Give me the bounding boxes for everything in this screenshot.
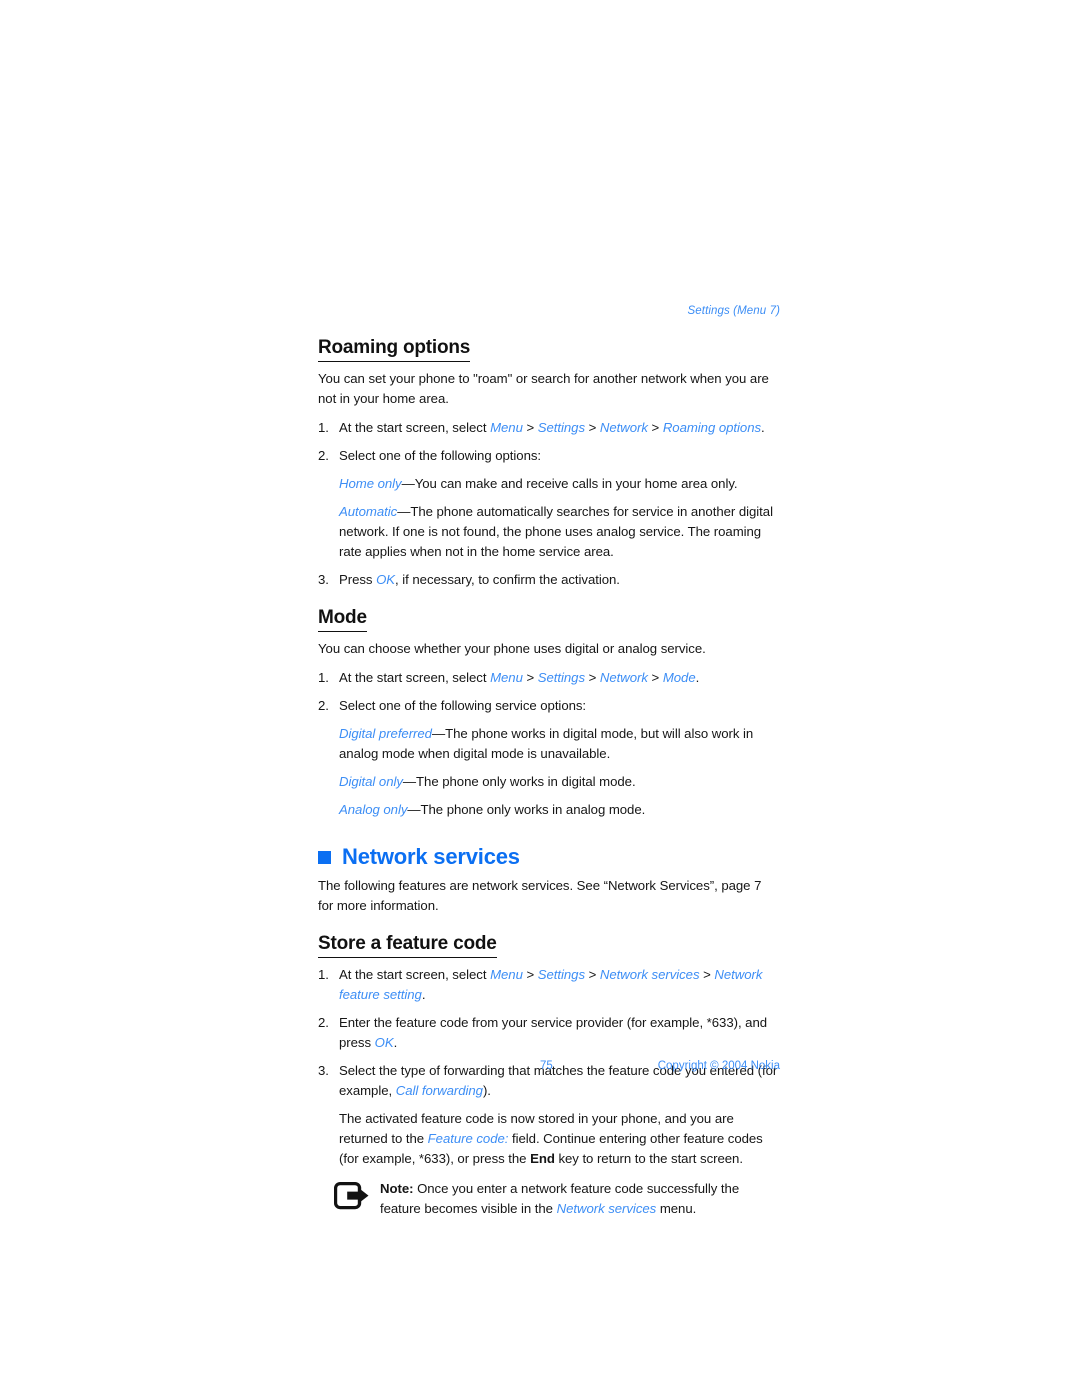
note-part2: menu.	[656, 1201, 697, 1217]
steps-roaming-options: 1. At the start screen, select Menu > Set…	[318, 418, 780, 466]
ui-path-network: Network	[599, 670, 648, 686]
section-mode: Mode	[318, 607, 780, 639]
note-text: Note: Once you enter a network feature c…	[380, 1179, 780, 1219]
ui-key-ok: OK	[374, 1034, 394, 1050]
step-suffix: ).	[482, 1083, 491, 1099]
chapter-heading-network-services: Network services	[318, 844, 780, 869]
option-home-only: Home only—You can make and receive calls…	[318, 474, 780, 494]
step-suffix: .	[421, 986, 426, 1002]
option-automatic: Automatic—The phone automatically search…	[318, 502, 780, 562]
option-dash: —	[397, 503, 411, 519]
step-item: 1. At the start screen, select Menu > Set…	[318, 966, 763, 1002]
section-roaming-options: Roaming options	[318, 337, 780, 369]
step-number: 2.	[318, 1014, 329, 1030]
step-text: Select one of the following options:	[339, 447, 542, 463]
steps-roaming-options-cont: 3. Press OK, if necessary, to confirm the…	[318, 570, 780, 590]
section-store-feature-code: Store a feature code	[318, 933, 780, 965]
option-dash: —	[431, 726, 446, 742]
note-label: Note:	[380, 1181, 414, 1197]
option-term: Automatic	[339, 503, 398, 519]
option-desc: The phone only works in analog mode.	[420, 802, 646, 818]
step-text: At the start screen, select	[339, 419, 491, 435]
option-term: Digital preferred	[339, 726, 432, 742]
option-term: Digital only	[339, 774, 403, 790]
ui-field-feature-code: Feature code:	[427, 1131, 509, 1147]
ui-path-menu: Menu	[490, 670, 523, 686]
ui-option-call-forwarding: Call forwarding	[395, 1083, 483, 1099]
step-number: 1.	[318, 419, 329, 435]
page-content: Settings (Menu 7) Roaming options You ca…	[318, 305, 780, 1221]
step-number: 3.	[318, 572, 329, 588]
feature-code-paragraph: The activated feature code is now stored…	[318, 1109, 780, 1169]
ui-menu-network-services: Network services	[556, 1201, 657, 1217]
ui-path-mode: Mode	[662, 670, 696, 686]
option-analog-only: Analog only—The phone only works in anal…	[318, 800, 780, 820]
ui-path-network-services: Network services	[599, 966, 700, 982]
page-footer: 75 Copyright © 2004 Nokia	[318, 1060, 780, 1072]
option-digital-only: Digital only—The phone only works in dig…	[318, 772, 780, 792]
step-number: 2.	[318, 698, 329, 714]
option-term: Analog only	[339, 802, 408, 818]
step-text: Enter the feature code from your service…	[339, 1014, 768, 1050]
section-intro-mode: You can choose whether your phone uses d…	[318, 641, 706, 657]
note-callout: Note: Once you enter a network feature c…	[318, 1179, 780, 1221]
step-suffix: .	[761, 419, 765, 435]
ui-path-menu: Menu	[490, 966, 523, 982]
option-desc: The phone only works in digital mode.	[416, 774, 636, 790]
step-suffix: , if necessary, to confirm the activatio…	[395, 572, 620, 588]
section-heading-roaming-options: Roaming options	[318, 337, 470, 362]
copyright-notice: Copyright © 2004 Nokia	[657, 1060, 780, 1072]
step-number: 1.	[318, 966, 329, 982]
ui-path-settings: Settings	[537, 419, 586, 435]
step-text: Select one of the following service opti…	[339, 698, 587, 714]
square-bullet-icon	[318, 850, 331, 864]
step-item: 2. Select one of the following options:	[318, 446, 780, 466]
step-number: 1.	[318, 670, 329, 686]
section-heading-mode: Mode	[318, 607, 367, 633]
document-page: Settings (Menu 7) Roaming options You ca…	[0, 0, 1080, 1397]
step-text: At the start screen, select	[339, 966, 491, 982]
note-arrow-icon	[334, 1182, 374, 1212]
step-suffix: .	[695, 670, 700, 686]
step-item: 1. At the start screen, select Menu > Set…	[318, 668, 780, 688]
step-text: Press	[339, 572, 377, 588]
ui-key-ok: OK	[376, 572, 396, 588]
ui-path-settings: Settings	[537, 966, 586, 982]
steps-mode: 1. At the start screen, select Menu > Set…	[318, 668, 780, 716]
option-term: Home only	[339, 475, 402, 491]
ui-path-roaming-options: Roaming options	[662, 419, 762, 435]
ui-path-menu: Menu	[490, 419, 523, 435]
ui-key-end: End	[530, 1151, 555, 1167]
option-dash: —	[407, 802, 421, 818]
section-intro-roaming-options: You can set your phone to "roam" or sear…	[318, 370, 769, 406]
step-number: 2.	[318, 447, 329, 463]
paragraph-part3: key to return to the start screen.	[554, 1151, 743, 1167]
chapter-intro: The following features are network servi…	[318, 877, 762, 913]
option-digital-preferred: Digital preferred—The phone works in dig…	[318, 724, 780, 764]
option-desc: You can make and receive calls in your h…	[414, 475, 738, 491]
option-dash: —	[401, 475, 415, 491]
step-suffix: .	[393, 1034, 398, 1050]
ui-path-network: Network	[599, 419, 648, 435]
section-heading-store-feature-code: Store a feature code	[318, 933, 497, 958]
steps-store-feature-code: 1. At the start screen, select Menu > Set…	[318, 965, 780, 1101]
step-item: 2. Select one of the following service op…	[318, 696, 780, 716]
ui-path-settings: Settings	[537, 670, 586, 686]
step-item: 3. Press OK, if necessary, to confirm the…	[318, 570, 780, 590]
option-dash: —	[402, 774, 417, 790]
running-head: Settings (Menu 7)	[687, 305, 780, 317]
chapter-title: Network services	[342, 844, 520, 870]
step-text: At the start screen, select	[339, 670, 491, 686]
page-number: 75	[540, 1060, 553, 1072]
step-item: 1. At the start screen, select Menu > Set…	[318, 418, 780, 438]
step-item: 2. Enter the feature code from your servi…	[318, 1013, 780, 1053]
